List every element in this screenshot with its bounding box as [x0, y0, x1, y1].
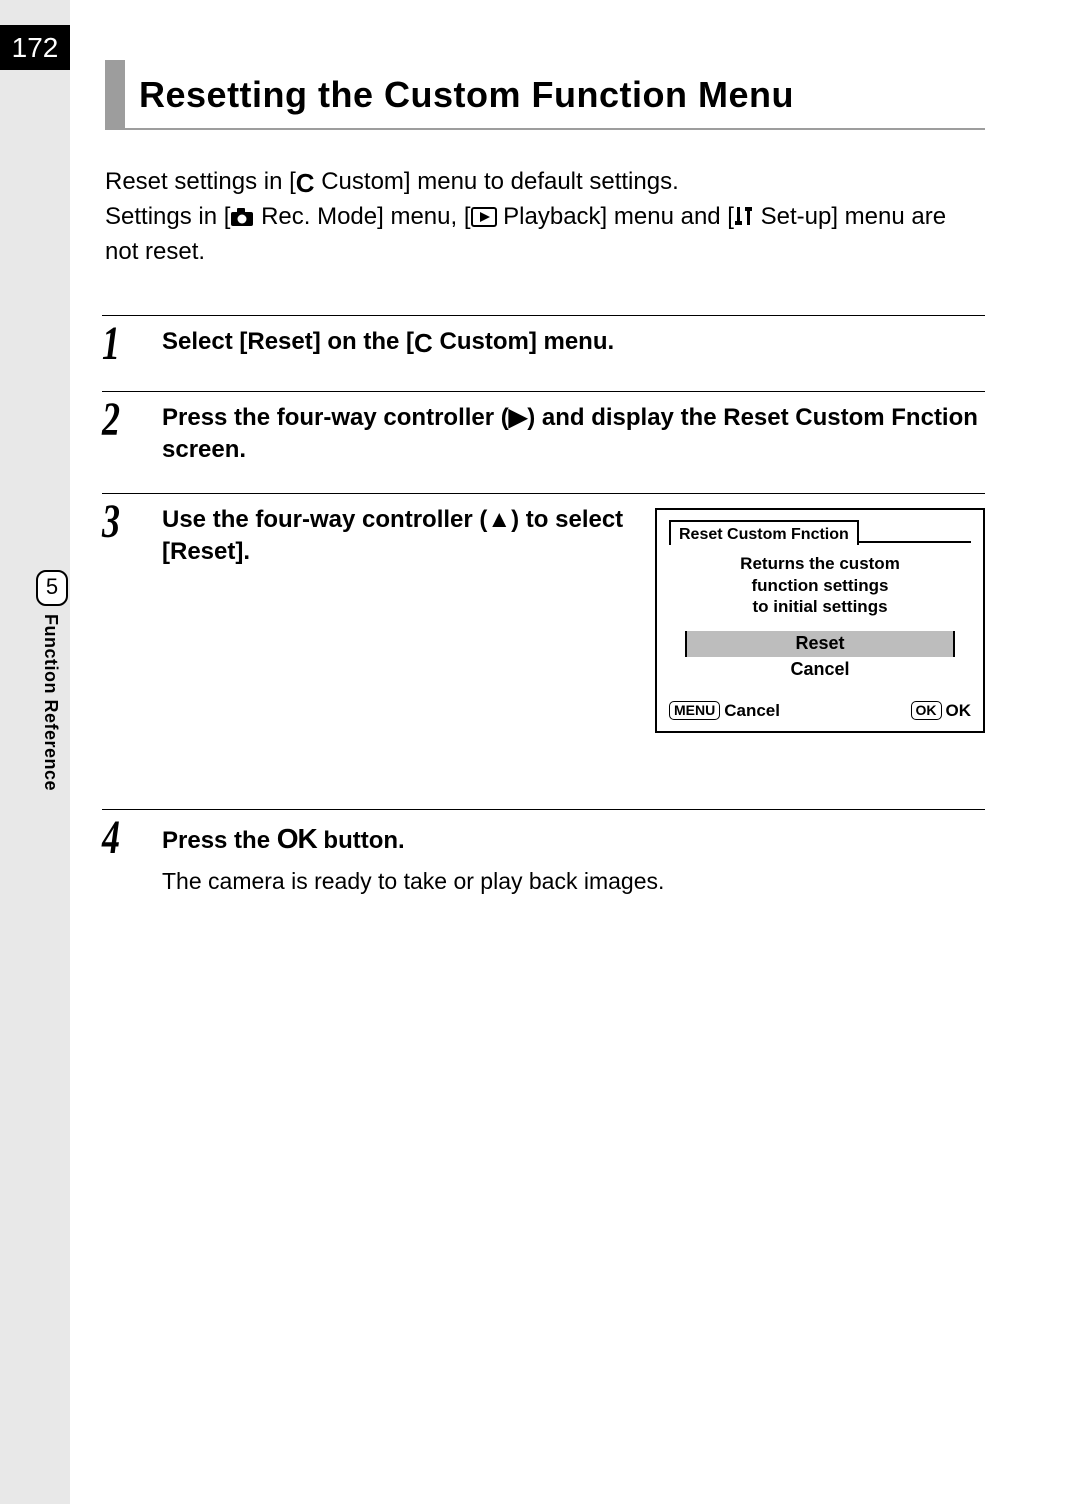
lcd-option-cancel: Cancel: [685, 657, 955, 682]
custom-menu-icon: C: [296, 166, 315, 201]
intro-text: Playback] menu and [: [497, 203, 734, 230]
step-body: Press the OK button. The camera is ready…: [162, 820, 985, 897]
ok-button-glyph: OK: [277, 823, 317, 854]
playback-icon: [471, 204, 497, 236]
step-body: Use the four-way controller (▲) to selec…: [162, 504, 985, 733]
lcd-footer-left: MENUCancel: [669, 700, 780, 723]
steps-list: 1 Select [Reset] on the [C Custom] menu.…: [105, 315, 985, 923]
content-area: Resetting the Custom Function Menu Reset…: [105, 60, 985, 923]
step-title-text: Select [Reset] on the [: [162, 328, 414, 355]
setup-icon: [734, 204, 754, 236]
step-title: Select [Reset] on the [C Custom] menu.: [162, 328, 614, 355]
lcd-tab-underline: [859, 518, 971, 544]
menu-button-icon: MENU: [669, 701, 720, 720]
step-number: 4: [102, 816, 147, 859]
page-number: 172: [0, 25, 70, 70]
lcd-option-reset: Reset: [685, 631, 955, 656]
intro-paragraph: Reset settings in [C Custom] menu to def…: [105, 166, 985, 269]
step-note: The camera is ready to take or play back…: [162, 866, 985, 897]
step-body: Press the four-way controller (▶) and di…: [162, 402, 985, 467]
step-title: Press the four-way controller (▶) and di…: [162, 402, 985, 467]
lcd-footer-cancel-label: Cancel: [724, 701, 780, 720]
ok-button-icon: OK: [911, 701, 942, 720]
step-title: Use the four-way controller (▲) to selec…: [162, 504, 627, 569]
intro-text: Settings in [: [105, 203, 230, 230]
lcd-tab-row: Reset Custom Fnction: [669, 518, 971, 544]
step-item: 2 Press the four-way controller (▶) and …: [102, 391, 985, 493]
intro-text: Reset settings in [: [105, 168, 296, 195]
step-item: 3 Use the four-way controller (▲) to sel…: [102, 493, 985, 759]
step-body: Select [Reset] on the [C Custom] menu.: [162, 326, 985, 361]
step-item: 4 Press the OK button. The camera is rea…: [102, 809, 985, 923]
lcd-footer-ok-label: OK: [946, 701, 972, 720]
lcd-footer-right: OKOK: [911, 700, 972, 723]
step-item: 1 Select [Reset] on the [C Custom] menu.: [102, 315, 985, 391]
step-number: 2: [102, 398, 147, 441]
lcd-desc-line: to initial settings: [752, 597, 887, 616]
section-side-label: Function Reference: [40, 614, 61, 791]
title-divider: [105, 128, 985, 130]
lcd-tab-label: Reset Custom Fnction: [669, 520, 859, 546]
step-number: 3: [102, 500, 147, 543]
intro-text: Custom] menu to default settings.: [315, 168, 679, 195]
lcd-footer: MENUCancel OKOK: [669, 700, 971, 723]
title-accent-bar: [105, 60, 125, 128]
lcd-desc-line: Returns the custom: [740, 554, 900, 573]
custom-menu-icon: C: [414, 326, 433, 361]
step-title-text: Custom] menu.: [433, 328, 614, 355]
title-row: Resetting the Custom Function Menu: [105, 60, 985, 128]
camera-lcd-screenshot: Reset Custom Fnction Returns the custom …: [655, 508, 985, 733]
page-title: Resetting the Custom Function Menu: [139, 60, 985, 128]
rec-mode-icon: [230, 204, 254, 236]
step-title-text: button.: [317, 827, 405, 854]
step-title: Press the OK button.: [162, 820, 985, 858]
intro-text: Rec. Mode] menu, [: [254, 203, 470, 230]
lcd-description: Returns the custom function settings to …: [669, 553, 971, 617]
lcd-desc-line: function settings: [752, 576, 889, 595]
step-title-text: Press the: [162, 827, 277, 854]
step-number: 1: [102, 322, 147, 365]
chapter-number-badge: 5: [36, 570, 68, 606]
